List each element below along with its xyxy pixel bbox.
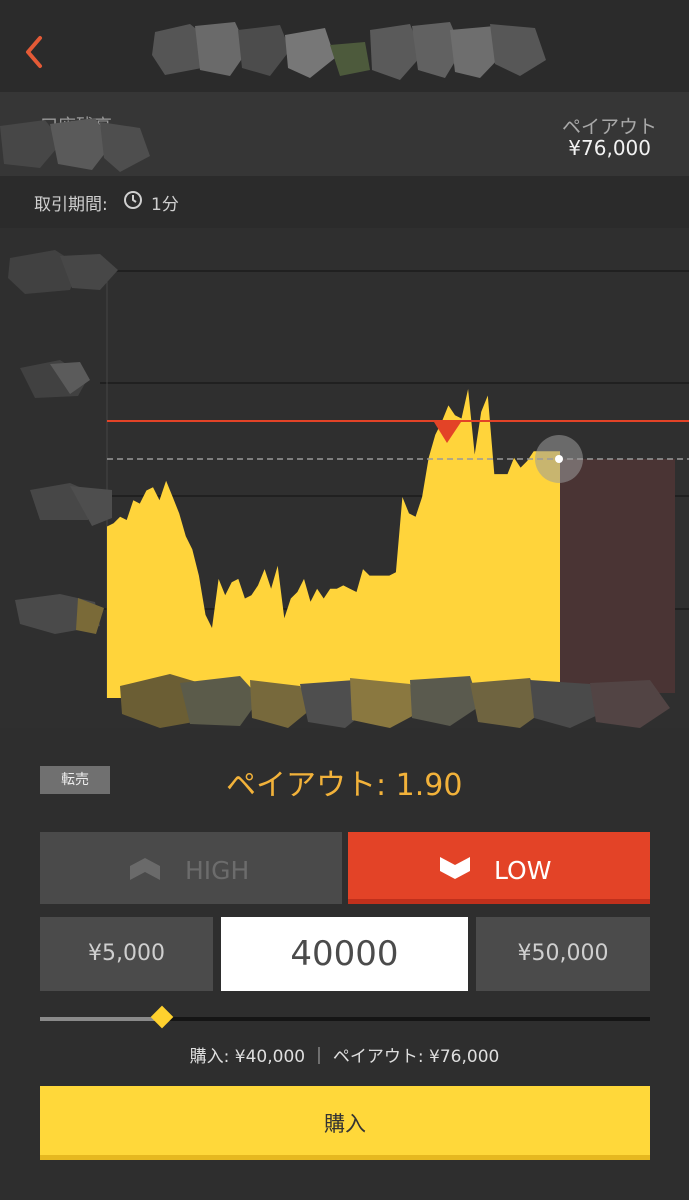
max-amount-button[interactable]: ¥50,000 — [476, 917, 650, 991]
blurred-balance — [0, 118, 150, 172]
up-arrow-icon — [130, 858, 160, 880]
trade-period-value: 1分 — [151, 195, 179, 215]
back-chevron-icon[interactable] — [22, 32, 48, 72]
amount-input[interactable] — [221, 917, 468, 991]
slider-thumb[interactable] — [150, 1005, 174, 1029]
blurred-title — [152, 22, 546, 80]
current-price-dot — [555, 455, 563, 463]
buy-button[interactable]: 購入 — [40, 1086, 650, 1160]
price-chart[interactable] — [0, 228, 689, 728]
area-layer — [107, 389, 560, 698]
clock-icon — [124, 191, 142, 209]
low-label: LOW — [494, 856, 552, 885]
min-amount-button[interactable]: ¥5,000 — [40, 917, 213, 991]
blurred-axis-labels — [8, 250, 118, 634]
trade-period-label: 取引期間: — [34, 195, 108, 215]
resale-button[interactable]: 転売 — [40, 766, 110, 794]
payout-value: ¥76,000 — [568, 136, 651, 160]
amount-slider[interactable] — [40, 1005, 650, 1030]
high-button[interactable]: HIGH — [40, 832, 342, 904]
order-summary: 購入: ¥40,000 ｜ ペイアウト: ¥76,000 — [189, 1047, 500, 1067]
remaining-time-zone — [560, 459, 675, 693]
price-area — [107, 389, 560, 698]
high-label: HIGH — [185, 856, 250, 885]
down-arrow-icon — [440, 857, 470, 879]
payout-rate: ペイアウト: 1.90 — [226, 768, 463, 803]
payout-label: ペイアウト — [561, 116, 657, 138]
slider-fill — [40, 1017, 162, 1021]
low-button[interactable]: LOW — [348, 832, 650, 904]
